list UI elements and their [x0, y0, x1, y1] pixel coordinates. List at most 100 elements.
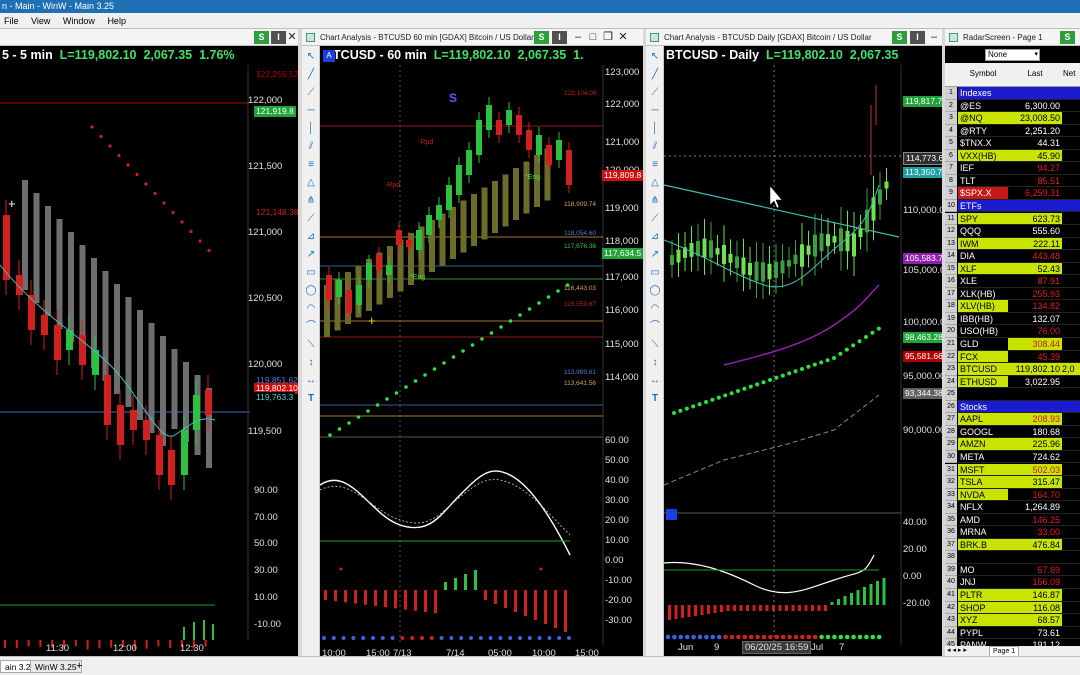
radar-row[interactable]: 20 USO(HB) 76.00 — [945, 325, 1080, 338]
symbol-cell[interactable]: IWM — [958, 237, 1008, 251]
radar-row[interactable]: 9 $SPX.X 6,259.31 — [945, 187, 1080, 200]
page-tab[interactable]: Page 1 — [989, 646, 1020, 656]
radar-row[interactable]: 13 IWM 222.11 — [945, 237, 1080, 251]
menu-help[interactable]: Help — [107, 16, 126, 26]
radar-row[interactable]: 22 FCX 45.39 — [945, 350, 1080, 364]
radar-row[interactable]: 30 META 724.62 — [945, 450, 1080, 464]
column-header-net[interactable]: Net — [1063, 69, 1080, 78]
symbol-cell[interactable]: $TNX.X — [958, 137, 1008, 150]
symbol-cell[interactable]: MRNA — [958, 526, 1008, 539]
s-button[interactable]: S — [1060, 31, 1075, 44]
channel-tool-icon[interactable]: ⫽ — [648, 140, 662, 154]
radar-row[interactable]: 38 — [945, 551, 1080, 564]
regression-tool-icon[interactable]: ⟍ — [304, 338, 318, 352]
pointer-tool-icon[interactable]: ↖ — [304, 50, 318, 64]
radar-row[interactable]: 32 TSLA 315.47 — [945, 476, 1080, 489]
radar-row[interactable]: 16 XLE 87.91 — [945, 275, 1080, 288]
symbol-cell[interactable]: @RTY — [958, 124, 1008, 138]
arc-tool-icon[interactable]: ◠ — [648, 302, 662, 316]
radar-row[interactable]: 19 IBB(HB) 132.07 — [945, 312, 1080, 326]
symbol-cell[interactable]: IBB(HB) — [958, 312, 1008, 326]
radar-row[interactable]: 40 JNJ 156.09 — [945, 576, 1080, 589]
radar-row[interactable]: 10 ETFs — [945, 199, 1080, 213]
symbol-cell[interactable]: @NQ — [958, 112, 1008, 125]
symbol-cell[interactable] — [958, 551, 1008, 564]
radar-row[interactable]: 23 BTCUSD 119,802.10 2,0 — [945, 363, 1080, 376]
column-header-symbol[interactable]: Symbol — [958, 69, 1008, 78]
column-header-last[interactable]: Last — [1008, 69, 1062, 78]
radar-row[interactable]: 6 VXX(HB) 45.90 — [945, 149, 1080, 163]
arrow-tool-icon[interactable]: ↗ — [648, 248, 662, 262]
menu-window[interactable]: Window — [63, 16, 95, 26]
symbol-cell[interactable]: XLV(HB) — [958, 300, 1008, 313]
symbol-cell[interactable]: BRK.B — [958, 538, 1008, 552]
radar-row[interactable]: 28 GOOGL 180.68 — [945, 425, 1080, 439]
regression-tool-icon[interactable]: ⟍ — [648, 338, 662, 352]
symbol-cell[interactable]: XLF — [958, 262, 1008, 276]
radar-row[interactable]: 17 XLK(HB) 255.93 — [945, 287, 1080, 301]
symbol-cell[interactable]: NFLX — [958, 501, 1008, 514]
gann-tool-icon[interactable]: ⊿ — [648, 230, 662, 244]
arrow-tool-icon[interactable]: ↗ — [304, 248, 318, 262]
arc-tool-icon[interactable]: ◠ — [304, 302, 318, 316]
ellipse-tool-icon[interactable]: ◯ — [304, 284, 318, 298]
radar-row[interactable]: 21 GLD 308.44 — [945, 338, 1080, 351]
radar-row[interactable]: 24 ETHUSD 3,022.95 — [945, 375, 1080, 389]
i-button[interactable]: I — [552, 31, 567, 44]
radar-row[interactable]: 26 Stocks — [945, 400, 1080, 414]
symbol-cell[interactable]: QQQ — [958, 225, 1008, 238]
radar-row[interactable]: 1 Indexes — [945, 87, 1080, 100]
symbol-cell[interactable]: AMD — [958, 513, 1008, 527]
symbol-cell[interactable]: MO — [958, 563, 1008, 577]
symbol-cell[interactable]: PYPL — [958, 626, 1008, 640]
symbol-link-icon[interactable]: A — [323, 50, 335, 62]
horizontal-line-icon[interactable]: ─ — [304, 104, 318, 118]
radar-row[interactable]: 5 $TNX.X 44.31 — [945, 137, 1080, 150]
symbol-cell[interactable]: XLK(HB) — [958, 287, 1008, 301]
symbol-cell[interactable]: TSLA — [958, 476, 1008, 489]
line-tool-icon[interactable]: ╱ — [304, 68, 318, 82]
radar-row[interactable]: 14 DIA 443.48 — [945, 250, 1080, 263]
menu-file[interactable]: File — [4, 16, 19, 26]
date-range-icon[interactable]: ↔ — [648, 374, 662, 388]
radar-row[interactable]: 18 XLV(HB) 134.82 — [945, 300, 1080, 313]
symbol-cell[interactable]: GLD — [958, 338, 1008, 351]
ellipse-tool-icon[interactable]: ◯ — [648, 284, 662, 298]
speed-line-icon[interactable]: ⟋ — [304, 212, 318, 226]
horizontal-line-icon[interactable]: ─ — [648, 104, 662, 118]
cycle-tool-icon[interactable]: ⌒ — [304, 320, 318, 334]
rectangle-tool-icon[interactable]: ▭ — [648, 266, 662, 280]
menu-view[interactable]: View — [31, 16, 50, 26]
close-icon[interactable]: ✕ — [286, 29, 298, 46]
radar-row[interactable]: 44 PYPL 73.61 — [945, 626, 1080, 640]
vertical-line-icon[interactable]: │ — [304, 122, 318, 136]
pointer-tool-icon[interactable]: ↖ — [648, 50, 662, 64]
radar-row[interactable]: 25 — [945, 388, 1080, 401]
radar-row[interactable]: 4 @RTY 2,251.20 — [945, 124, 1080, 138]
symbol-cell[interactable]: VXX(HB) — [958, 149, 1008, 163]
ray-tool-icon[interactable]: ⟋ — [648, 86, 662, 100]
radar-row[interactable]: 27 AAPL 208.93 — [945, 413, 1080, 426]
maximize-icon[interactable]: □ — [587, 29, 599, 46]
radar-row[interactable]: 34 NFLX 1,264.89 — [945, 501, 1080, 514]
triangle-tool-icon[interactable]: △ — [304, 176, 318, 190]
fib-tool-icon[interactable]: ≡ — [304, 158, 318, 172]
text-tool-icon[interactable]: T — [648, 392, 662, 406]
radar-row[interactable]: 2 @ES 6,300.00 — [945, 99, 1080, 113]
symbol-cell[interactable]: AMZN — [958, 438, 1008, 451]
symbol-cell[interactable]: TLT — [958, 174, 1008, 188]
symbol-cell[interactable]: SHOP — [958, 601, 1008, 615]
radar-row[interactable]: 7 IEF 94.27 — [945, 162, 1080, 175]
date-range-icon[interactable]: ↔ — [304, 374, 318, 388]
close-icon[interactable]: ✕ — [617, 29, 629, 46]
pitchfork-tool-icon[interactable]: ⋔ — [648, 194, 662, 208]
symbol-cell[interactable]: BTCUSD — [958, 363, 1008, 376]
line-tool-icon[interactable]: ╱ — [648, 68, 662, 82]
radar-row[interactable]: 42 SHOP 116.08 — [945, 601, 1080, 615]
symbol-cell[interactable]: IEF — [958, 162, 1008, 175]
radar-row[interactable]: 15 XLF 52.43 — [945, 262, 1080, 276]
symbol-cell[interactable]: AAPL — [958, 413, 1008, 426]
vertical-line-icon[interactable]: │ — [648, 122, 662, 136]
i-button[interactable]: I — [271, 31, 286, 44]
price-chart-daily[interactable] — [664, 65, 942, 656]
